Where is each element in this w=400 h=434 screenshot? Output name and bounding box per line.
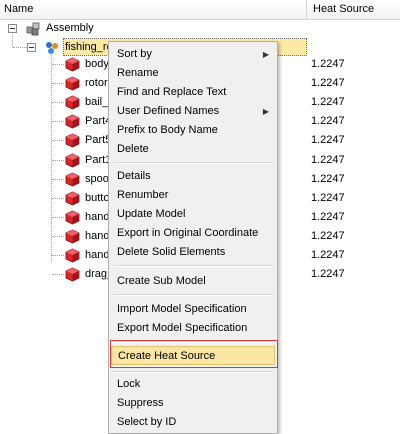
heat-source-value: 1.2247 bbox=[311, 96, 345, 109]
tree-label-assembly: Assembly bbox=[46, 22, 94, 34]
part-icon bbox=[65, 133, 80, 148]
menu-item-label: Sort by bbox=[117, 48, 152, 60]
tree-connector bbox=[52, 140, 64, 142]
heat-source-value: 1.2247 bbox=[311, 77, 345, 90]
tree-connector bbox=[52, 255, 64, 256]
tree-label-part: butto bbox=[85, 191, 110, 204]
menu-item-details[interactable]: Details bbox=[111, 167, 275, 186]
menu-item-prefix-body-name[interactable]: Prefix to Body Name bbox=[111, 121, 275, 140]
tree-connector bbox=[52, 102, 64, 104]
tree-label-part: spoo bbox=[85, 172, 109, 185]
menu-item-select-by-id[interactable]: Select by ID bbox=[111, 413, 275, 432]
menu-item-suppress[interactable]: Suppress bbox=[111, 394, 275, 413]
part-icon bbox=[65, 229, 80, 244]
menu-item-create-sub-model[interactable]: Create Sub Model bbox=[111, 272, 275, 291]
tree-connector bbox=[52, 216, 64, 218]
tree-label-part: rotor bbox=[85, 77, 108, 90]
heat-source-value: 1.2247 bbox=[311, 115, 345, 128]
tree-connector bbox=[52, 83, 64, 85]
menu-separator bbox=[113, 371, 273, 373]
tree-connector bbox=[52, 121, 64, 123]
submenu-arrow-icon: ▶ bbox=[262, 50, 269, 59]
menu-item-find-replace-text[interactable]: Find and Replace Text bbox=[111, 83, 275, 102]
heat-source-value: 1.2247 bbox=[311, 249, 345, 261]
tree-label-part: hand bbox=[85, 229, 110, 242]
heat-source-value: 1.2247 bbox=[311, 58, 345, 70]
menu-item-label: User Defined Names bbox=[117, 105, 220, 117]
context-menu: Sort by ▶ Rename Find and Replace Text U… bbox=[108, 41, 278, 434]
menu-separator bbox=[113, 294, 273, 296]
part-icon bbox=[65, 153, 80, 167]
heat-source-value: 1.2247 bbox=[311, 191, 345, 204]
tree-connector bbox=[52, 64, 64, 65]
heat-source-value: 1.2247 bbox=[311, 134, 345, 147]
tree-connector bbox=[52, 197, 64, 199]
part-icon bbox=[65, 210, 80, 225]
submenu-arrow-icon: ▶ bbox=[262, 107, 269, 116]
part-icon bbox=[65, 267, 80, 282]
tree-row-assembly[interactable]: Assembly bbox=[0, 19, 400, 38]
menu-item-create-heat-source[interactable]: Create Heat Source bbox=[111, 346, 275, 365]
menu-separator bbox=[113, 341, 273, 343]
assembly-icon bbox=[26, 22, 40, 36]
part-icon bbox=[65, 57, 80, 72]
menu-item-renumber[interactable]: Renumber bbox=[111, 186, 275, 205]
column-header-heat-source[interactable]: Heat Source bbox=[307, 0, 400, 19]
heat-source-value: 1.2247 bbox=[311, 210, 345, 223]
tree-label-part: hand bbox=[85, 249, 110, 261]
part-icon bbox=[65, 76, 80, 91]
menu-item-export-original-coordinate[interactable]: Export in Original Coordinate bbox=[111, 224, 275, 243]
menu-item-export-model-spec[interactable]: Export Model Specification bbox=[111, 319, 275, 338]
menu-item-lock[interactable]: Lock bbox=[111, 375, 275, 394]
heat-source-value: 1.2247 bbox=[311, 229, 345, 242]
part-icon bbox=[65, 95, 80, 110]
menu-item-delete-solid-elements[interactable]: Delete Solid Elements bbox=[111, 243, 275, 262]
heat-source-value: 1.2247 bbox=[311, 172, 345, 185]
tree-connector bbox=[52, 274, 64, 276]
menu-item-sort-by[interactable]: Sort by ▶ bbox=[111, 45, 275, 64]
tree-label-part: hand bbox=[85, 210, 110, 223]
model-icon bbox=[46, 42, 58, 54]
heat-source-value: 1.2247 bbox=[311, 268, 345, 281]
menu-separator bbox=[113, 265, 273, 267]
menu-separator bbox=[113, 162, 273, 164]
tree-connector bbox=[52, 235, 64, 237]
menu-item-rename[interactable]: Rename bbox=[111, 64, 275, 83]
menu-item-user-defined-names[interactable]: User Defined Names ▶ bbox=[111, 102, 275, 121]
collapse-toggle-icon[interactable] bbox=[27, 43, 36, 52]
part-icon bbox=[65, 172, 80, 187]
heat-source-value: 1.2247 bbox=[311, 153, 345, 166]
menu-item-delete[interactable]: Delete bbox=[111, 140, 275, 159]
menu-item-update-model[interactable]: Update Model bbox=[111, 205, 275, 224]
tree-label-part: body bbox=[85, 58, 109, 70]
tree-header: Name Heat Source bbox=[0, 0, 400, 20]
part-icon bbox=[65, 248, 80, 263]
tree-connector bbox=[52, 159, 64, 161]
collapse-toggle-icon[interactable] bbox=[8, 24, 17, 33]
column-header-name[interactable]: Name bbox=[0, 0, 307, 19]
part-icon bbox=[65, 191, 80, 206]
menu-item-import-model-spec[interactable]: Import Model Specification bbox=[111, 300, 275, 319]
tree-label-part: bail_ bbox=[85, 96, 109, 109]
part-icon bbox=[65, 114, 80, 129]
tree-connector bbox=[52, 178, 64, 180]
